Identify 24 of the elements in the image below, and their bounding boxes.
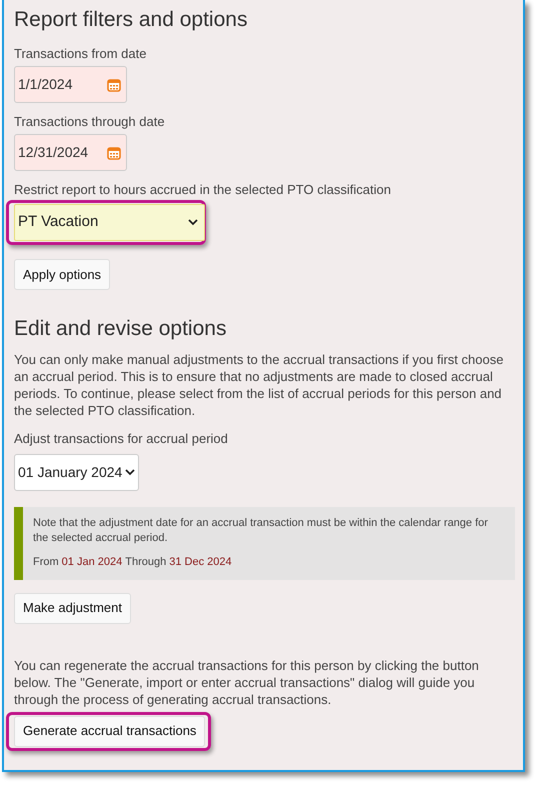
field-label: Transactions from date (14, 46, 148, 62)
note-text: Note that the adjustment date for an accrual transaction must be within the calendar range for the selected accrual period. (33, 516, 489, 546)
dropdown[interactable]: 01 January 2024 (14, 454, 139, 491)
dropdown[interactable]: PT Vacation (14, 204, 205, 241)
calendar-icon[interactable] (107, 146, 121, 160)
field-label: Restrict report to hours accrued in the selected PTO classification (14, 182, 392, 198)
range-label: From (33, 555, 59, 570)
button[interactable]: Apply options (14, 259, 110, 290)
date-field[interactable]: 12/31/2024 (14, 134, 127, 171)
field-label: Adjust transactions for accrual period (14, 431, 229, 447)
chevron-down-icon (188, 219, 198, 226)
range-date: 01 Jan 2024 (62, 555, 122, 570)
range-label: Through (125, 555, 166, 570)
chevron-down-icon (125, 469, 135, 476)
button[interactable]: Generate accrual transactions (14, 716, 206, 746)
date-field[interactable]: 1/1/2024 (14, 66, 127, 103)
calendar-icon[interactable] (107, 78, 121, 92)
description-text: You can regenerate the accrual transactions for this person by clicking the button below. The "Generate, import or enter accrual transactions" dialog will guide you through the process of generating accrual transactions. (14, 656, 480, 708)
section-heading: Report filters and options (14, 7, 248, 33)
field-label: Transactions through date (14, 114, 166, 130)
range-date: 31 Dec 2024 (169, 555, 232, 570)
button[interactable]: Make adjustment (14, 592, 131, 624)
section-heading: Edit and revise options (14, 316, 228, 342)
description-text: You can only make manual adjustments to the accrual transactions if you first choose an accrual period. This is to ensure that no adjustments are made to closed accrual periods. To continue, please select from the list of accrual periods for this person and the selected PTO classification. (14, 351, 504, 419)
